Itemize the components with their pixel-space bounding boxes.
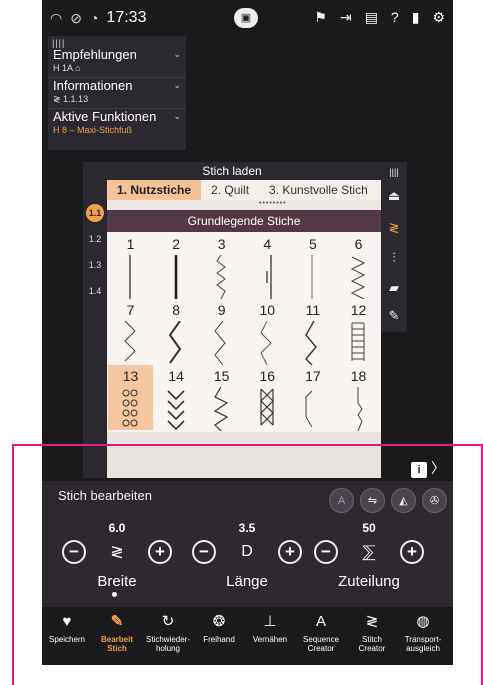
stitch-number: 18 bbox=[350, 368, 367, 384]
stitch-cell-8[interactable]: 8 bbox=[154, 299, 199, 364]
stitch-cell-1[interactable]: 1 bbox=[108, 233, 153, 299]
stitch-panel-title: Stich laden bbox=[83, 162, 381, 180]
category-1-2[interactable]: 1.2 bbox=[86, 230, 104, 248]
book-icon[interactable]: ▤ bbox=[365, 9, 378, 26]
category-1-3[interactable]: 1.3 bbox=[86, 256, 104, 274]
aktive-funktionen-label: Aktive Funktionen bbox=[53, 109, 157, 124]
stitch-cell-14[interactable]: 14 bbox=[154, 365, 199, 431]
stitch-number: 12 bbox=[350, 302, 367, 318]
stitch-number: 16 bbox=[259, 368, 276, 384]
stitch-number: 3 bbox=[217, 236, 226, 252]
stitch-toolstrip: |||| ⏏ ≷ ⫶ ▰ ✎ bbox=[381, 162, 407, 332]
stitch-number: 14 bbox=[168, 368, 184, 384]
chevron-down-icon[interactable]: ⌄ bbox=[173, 78, 181, 93]
stitch-number: 5 bbox=[308, 236, 317, 252]
stitch-cell-4[interactable]: 4 bbox=[245, 233, 290, 299]
stitch-cell-12[interactable]: 12 bbox=[336, 299, 381, 364]
stitch-number: 11 bbox=[305, 302, 321, 318]
help-icon[interactable]: ? bbox=[391, 9, 399, 26]
stitch-cell-11[interactable]: 11 bbox=[290, 299, 335, 365]
stitch-cell-6[interactable]: 6 bbox=[336, 233, 381, 299]
wifi-icon[interactable]: ◠ bbox=[50, 10, 62, 27]
stitch-cell-5[interactable]: 5 bbox=[290, 233, 335, 299]
tab-nutzstiche[interactable]: 1. Nutzstiche bbox=[107, 180, 202, 200]
tablet-icon[interactable]: ▮ bbox=[412, 9, 420, 26]
stitch-icon: ≷ bbox=[53, 94, 64, 104]
stitch-load-panel: Stich laden 1.1 1.2 1.3 1.4 1. Nutzstich… bbox=[83, 162, 381, 478]
stitch-number: 1 bbox=[126, 236, 135, 252]
stitch-cell-9[interactable]: 9 bbox=[199, 299, 244, 365]
presser-foot-icon: H bbox=[53, 125, 62, 135]
needle-icon: ⌂ bbox=[75, 63, 81, 73]
stitch-cell-18[interactable]: 18 bbox=[336, 365, 381, 431]
status-bar: ◠ ⊘ ◔ 17:33 ▣ ⚑ ⇥ ▤ ? ▮ ⚙ bbox=[42, 0, 453, 36]
highlight-frame bbox=[12, 444, 483, 685]
stitch-cell-15[interactable]: 15 bbox=[199, 365, 244, 431]
chevron-down-icon[interactable]: ⌄ bbox=[173, 109, 181, 124]
empfehlungen-label: Empfehlungen bbox=[53, 47, 137, 62]
jiffy-icon[interactable]: ⚑ bbox=[314, 9, 327, 26]
chevron-down-icon[interactable]: ⌄ bbox=[173, 47, 181, 62]
category-1-4[interactable]: 1.4 bbox=[86, 282, 104, 300]
stitch-cell-7[interactable]: 7 bbox=[108, 299, 153, 364]
category-list: 1.1 1.2 1.3 1.4 bbox=[83, 180, 107, 478]
drag-handle-icon[interactable]: |||| bbox=[386, 164, 402, 180]
stitch-number: 4 bbox=[263, 236, 272, 252]
stitch-cell-17[interactable]: 17 bbox=[290, 365, 335, 430]
stitch-number: 9 bbox=[217, 302, 226, 318]
clock-icon: ◔ bbox=[89, 10, 99, 26]
machine-mode-icon[interactable]: ▣ bbox=[234, 8, 258, 28]
informationen-value: 1.1.13 bbox=[63, 94, 89, 104]
stitch-number: 2 bbox=[172, 236, 180, 252]
presser-foot-icon: H bbox=[53, 63, 62, 73]
empfehlungen-value: 1A bbox=[62, 63, 73, 73]
category-title: Grundlegende Stiche bbox=[107, 210, 381, 232]
eject-icon[interactable]: ⏏ bbox=[386, 188, 402, 204]
stitch-number: 15 bbox=[213, 368, 230, 384]
aktive-funktionen-value: 8 – Maxi-Stichfuß bbox=[62, 125, 133, 135]
stitch-number: 6 bbox=[354, 236, 363, 252]
stitch-number: 7 bbox=[126, 302, 135, 318]
informationen-label: Informationen bbox=[53, 78, 133, 93]
stitch-number: 17 bbox=[305, 368, 321, 384]
import-icon[interactable]: ⇥ bbox=[340, 9, 352, 26]
settings-icon[interactable]: ⚙ bbox=[432, 9, 445, 26]
stitch-grid: 1 2 3 4 5 6 7 8 9 10 11 12 13 14 15 16 17 18 bbox=[107, 232, 381, 432]
informationen-section[interactable]: Informationen ⌄ ≷ 1.1.13 bbox=[48, 78, 186, 109]
empfehlungen-section[interactable]: Empfehlungen ⌄ H 1A ⌂ bbox=[48, 47, 186, 78]
no-bluetooth-icon[interactable]: ⊘ bbox=[70, 10, 82, 27]
stitch-cell-3[interactable]: 3 bbox=[199, 233, 244, 299]
stitch-cell-13[interactable]: 13 bbox=[108, 365, 153, 430]
stitch-tabs: 1. Nutzstiche 2. Quilt 3. Kunstvolle Sti… bbox=[107, 180, 381, 200]
stitch-cell-2[interactable]: 2 bbox=[154, 233, 199, 299]
drag-handle-icon[interactable]: |||| bbox=[48, 36, 186, 48]
font-icon[interactable]: ⫶ bbox=[386, 250, 402, 266]
stitch-cell-16[interactable]: 16 bbox=[245, 365, 290, 430]
stitch-number: 13 bbox=[122, 368, 139, 384]
tab-kunstvolle-stiche[interactable]: 3. Kunstvolle Stich bbox=[259, 180, 378, 200]
stitch-cell-10[interactable]: 10 bbox=[245, 299, 290, 365]
aktive-funktionen-section[interactable]: Aktive Funktionen ⌄ H 8 – Maxi-Stichfuß bbox=[48, 109, 186, 139]
stitch-number: 10 bbox=[259, 302, 276, 318]
clock-time: 17:33 bbox=[106, 9, 147, 26]
category-1-1[interactable]: 1.1 bbox=[86, 204, 104, 222]
stitch-number: 8 bbox=[172, 302, 180, 318]
info-panel: |||| Empfehlungen ⌄ H 1A ⌂ Informationen ⌄… bbox=[48, 36, 186, 150]
stitch-menu-icon[interactable]: ≷ bbox=[386, 220, 402, 236]
page-indicator: •••••••• bbox=[259, 200, 287, 207]
folder-icon[interactable]: ▰ bbox=[386, 280, 402, 296]
tab-quilt[interactable]: 2. Quilt bbox=[201, 180, 259, 200]
stitch-edit-icon[interactable]: ✎ bbox=[386, 308, 402, 324]
